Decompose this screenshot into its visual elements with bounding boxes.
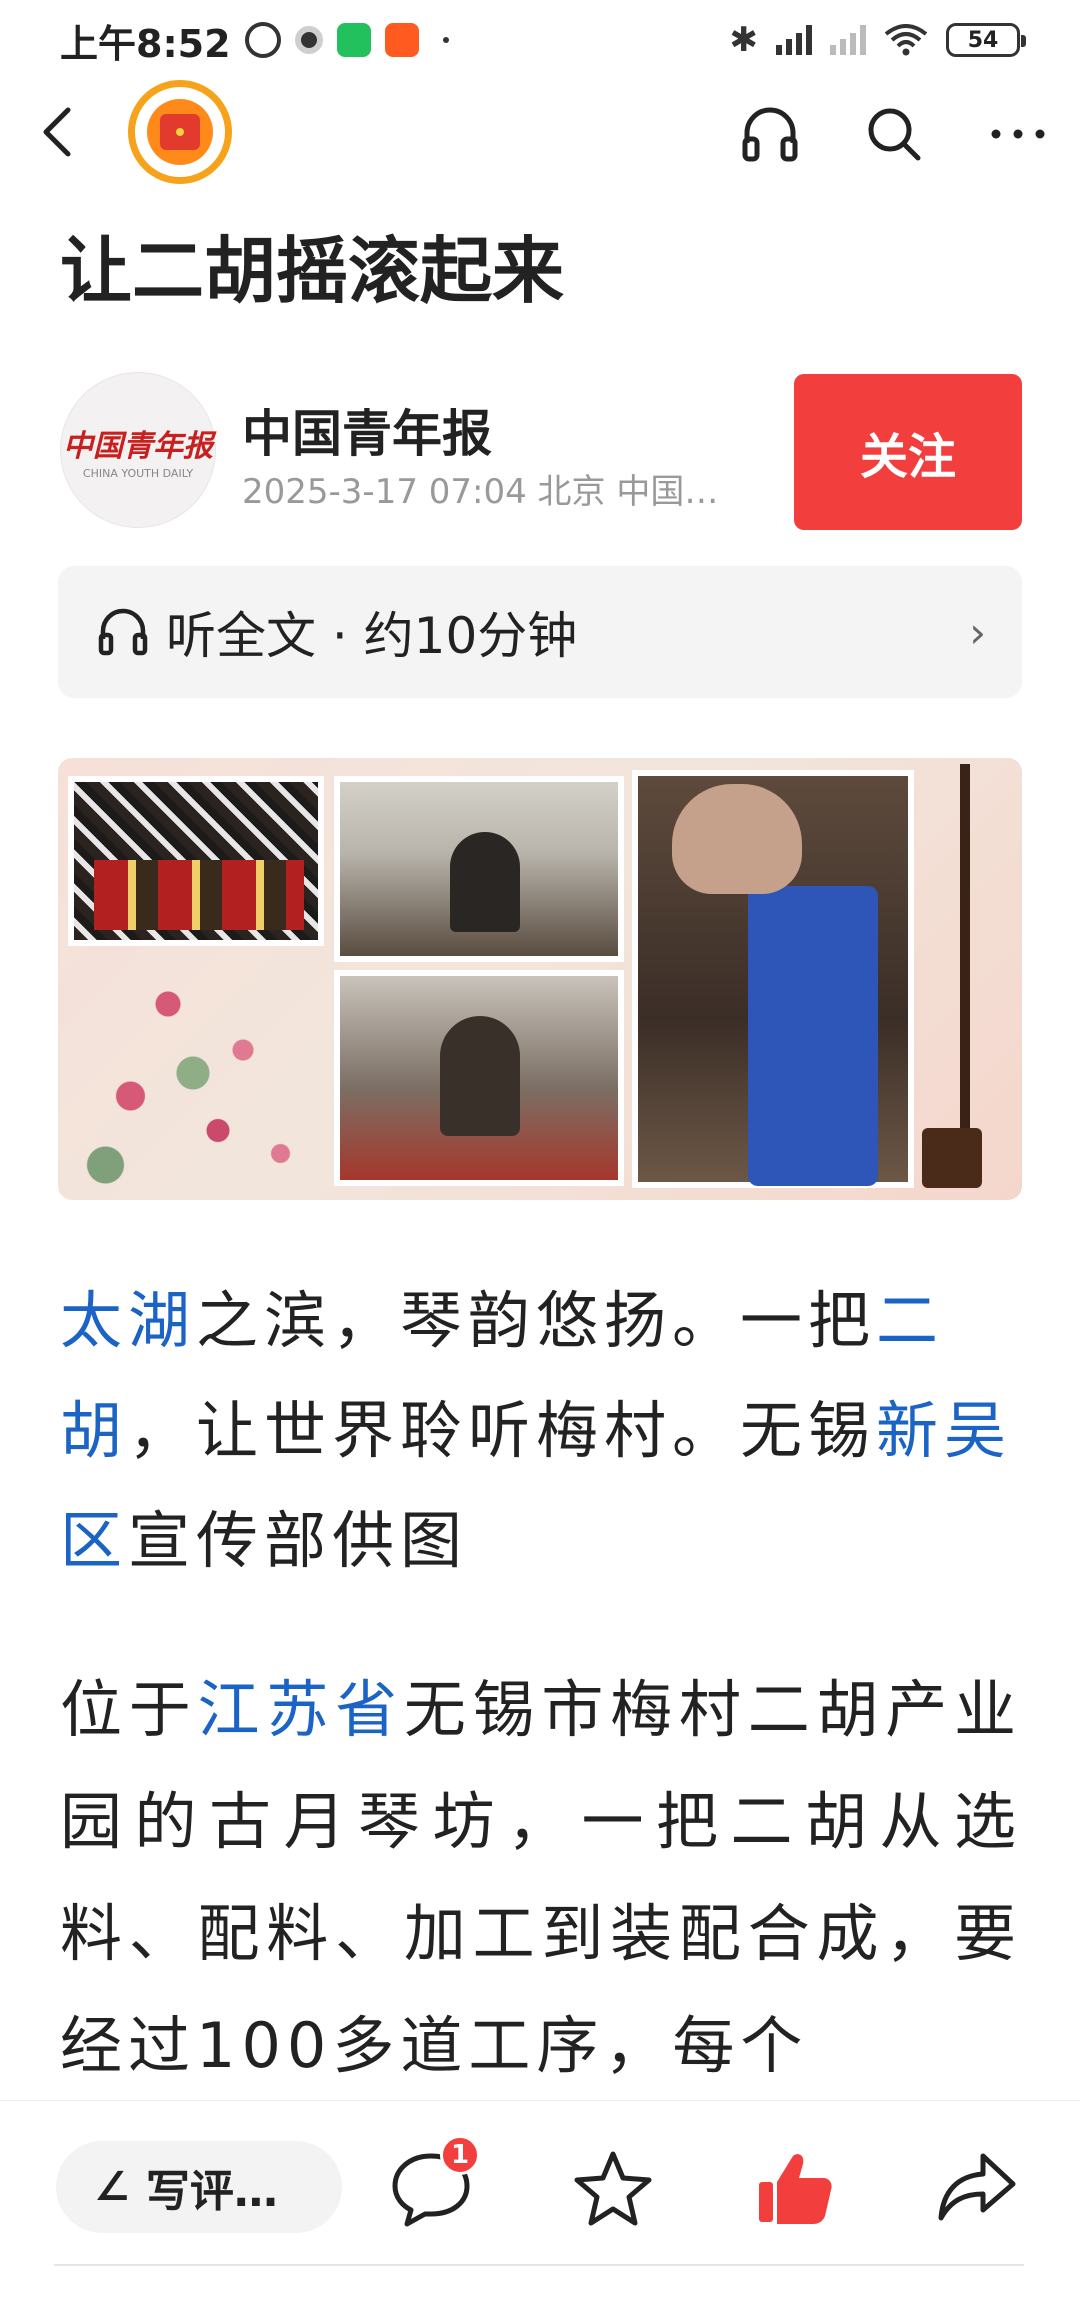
signal-2-icon: [830, 25, 866, 55]
more-icon: [991, 129, 1045, 139]
home-indicator: [54, 2264, 1024, 2266]
article-title: 让二胡摇滚起来: [60, 229, 565, 313]
app-logo[interactable]: [128, 80, 232, 184]
bluetooth-icon: ✱: [729, 20, 759, 60]
record-icon: [294, 26, 323, 54]
headphones-icon: [98, 608, 148, 656]
status-time: 上午8:52: [60, 21, 231, 66]
article-paragraph: 位于江苏省无锡市梅村二胡产业园的古月琴坊，一把二胡从选料、配料、加工到装配合成，…: [60, 1654, 1022, 2102]
headphones-icon: [742, 107, 798, 162]
paragraph-text: 位于: [60, 1673, 198, 1746]
status-left: 上午8:52: [60, 13, 449, 68]
listen-button[interactable]: [738, 102, 802, 166]
chevron-right-icon: ›: [969, 607, 986, 657]
battery-indicator: 54: [946, 23, 1026, 57]
more-notifications-dot: [442, 37, 449, 43]
comments-button[interactable]: 1: [386, 2135, 480, 2233]
image-caption: 太湖之滨，琴韵悠扬。一把二胡，让世界聆听梅村。无锡新吴区宣传部供图: [60, 1266, 1022, 1596]
star-icon: [574, 2151, 652, 2226]
write-comment-input[interactable]: ∠ 写评…: [56, 2141, 342, 2233]
photo-musician-playing: [334, 776, 624, 962]
author-meta: 2025-3-17 07:04 北京 中国…: [242, 472, 719, 512]
avatar-logo-en: CHINA YOUTH DAILY: [82, 466, 194, 480]
photo-craftsman-assembling: [632, 770, 914, 1188]
more-button[interactable]: [986, 102, 1050, 166]
photo-erhu-collection: [68, 776, 324, 946]
signal-icon: [776, 25, 812, 55]
status-bar: 上午8:52 ✱ 54: [0, 0, 1080, 80]
inline-link[interactable]: 江苏省: [198, 1673, 404, 1746]
follow-button[interactable]: 关注: [794, 374, 1022, 530]
bottom-action-bar: ∠ 写评… 1: [0, 2100, 1080, 2260]
author-avatar[interactable]: 中国青年报 CHINA YOUTH DAILY: [60, 372, 216, 528]
back-icon[interactable]: [30, 102, 90, 162]
inline-link[interactable]: 太湖: [60, 1284, 196, 1357]
paragraph-text: 之滨，琴韵悠扬。一把: [196, 1284, 877, 1357]
listen-label: 听全文 · 约10分钟: [166, 607, 578, 665]
erhu-illustration: [960, 764, 970, 1184]
alarm-icon: [244, 22, 281, 58]
notification-app-icon: [384, 23, 419, 57]
comment-count-badge: 1: [440, 2135, 480, 2175]
app-logo-inner: [147, 99, 213, 165]
gift-box-icon: [160, 114, 200, 150]
share-button[interactable]: [932, 2143, 1022, 2233]
article-hero-image[interactable]: [58, 758, 1022, 1200]
erhu-resonator: [922, 1128, 982, 1188]
status-right: ✱ 54: [729, 20, 1026, 60]
search-button[interactable]: [862, 102, 926, 166]
flower-painting-decoration: [68, 958, 318, 1188]
nav-bar: [0, 80, 1080, 184]
author-row: 中国青年报 CHINA YOUTH DAILY 中国青年报 2025-3-17 …: [60, 372, 1022, 530]
avatar-logo-cn: 中国青年报: [63, 428, 213, 464]
comment-placeholder: 写评…: [145, 2166, 278, 2217]
photo-craftsman-workshop: [334, 970, 624, 1186]
wechat-icon: [336, 23, 371, 57]
article-page: 上午8:52 ✱ 54 让二胡摇滚起来 中国青年报 CHINA YOUTH DA…: [0, 0, 1080, 2320]
favorite-button[interactable]: [568, 2143, 658, 2233]
listen-full-article-bar[interactable]: 听全文 · 约10分钟 ›: [58, 566, 1022, 698]
like-button[interactable]: [750, 2143, 840, 2233]
paragraph-text: 宣传部供图: [128, 1504, 469, 1577]
nav-actions: [738, 102, 1050, 166]
thumbs-up-icon: [759, 2154, 832, 2224]
wifi-icon: [884, 24, 928, 56]
share-icon: [938, 2153, 1016, 2221]
author-name[interactable]: 中国青年报: [242, 394, 492, 466]
paragraph-text: ，让世界聆听梅村。无锡: [128, 1394, 877, 1467]
pen-icon: ∠: [94, 2164, 130, 2210]
search-icon: [868, 108, 921, 161]
